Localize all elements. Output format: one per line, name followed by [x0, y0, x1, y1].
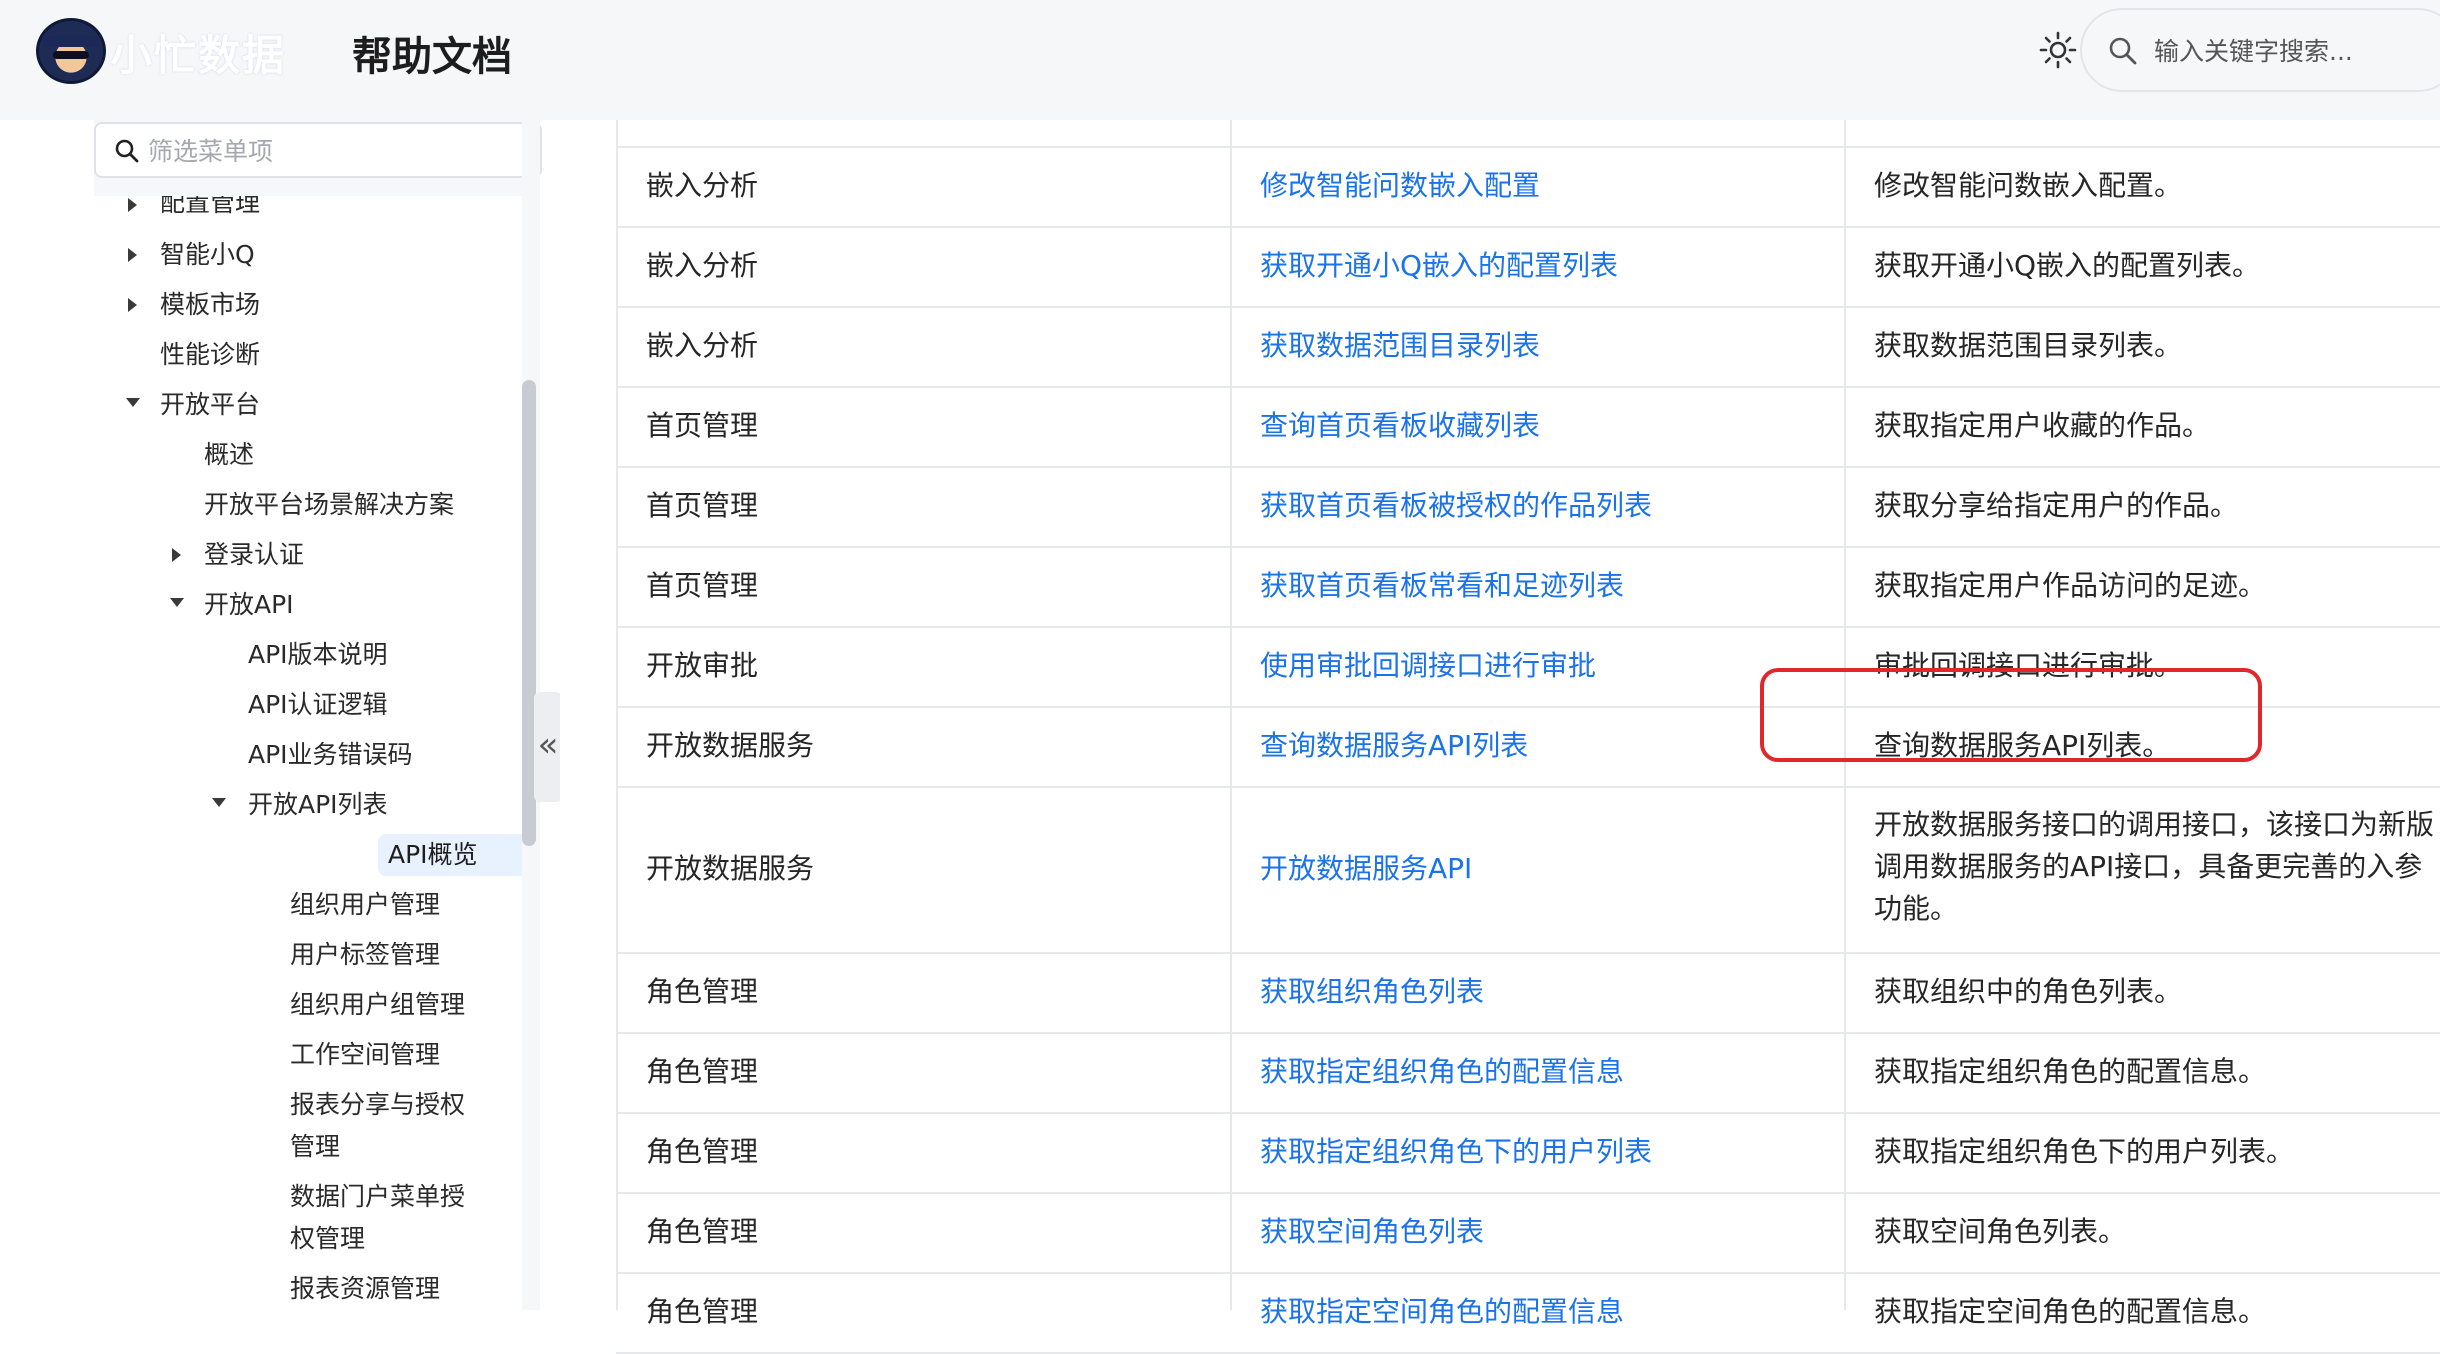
caret-down-icon: [126, 398, 140, 407]
sidebar-item-label: 开放API: [204, 590, 294, 619]
sidebar-item-label: API认证逻辑: [248, 690, 388, 719]
api-link[interactable]: 获取开通小Q嵌入的配置列表: [1260, 245, 1618, 287]
sidebar-item-label: 配置管理: [160, 196, 261, 217]
caret-right-icon: [128, 298, 137, 312]
sidebar: 配置管理 智能小Q 模板市场 性能诊断 开放平台 概述 开放平台场景解决方案 登…: [94, 120, 542, 1310]
description-cell: 获取指定组织角色的配置信息。: [1874, 1055, 2267, 1088]
description-cell: 获取指定用户收藏的作品。: [1874, 409, 2211, 442]
table-row: 角色管理 获取组织角色列表 获取组织中的角色列表。: [616, 954, 2440, 1034]
category-cell: 角色管理: [646, 1295, 759, 1328]
collapse-sidebar-button[interactable]: «: [534, 692, 562, 802]
api-link[interactable]: 使用审批回调接口进行审批: [1260, 645, 1596, 687]
caret-down-icon: [170, 598, 184, 607]
sidebar-item-label: 工作空间管理: [290, 1040, 441, 1069]
api-link[interactable]: 获取空间角色列表: [1260, 1211, 1484, 1253]
category-cell: 角色管理: [646, 1135, 759, 1168]
description-cell: 获取组织中的角色列表。: [1874, 975, 2183, 1008]
caret-right-icon: [172, 548, 181, 562]
category-cell: 角色管理: [646, 1215, 759, 1248]
category-cell: 嵌入分析: [646, 169, 759, 202]
sidebar-menu: 配置管理 智能小Q 模板市场 性能诊断 开放平台 概述 开放平台场景解决方案 登…: [94, 196, 540, 1310]
description-cell: 获取空间角色列表。: [1874, 1215, 2127, 1248]
table-row: 开放数据服务 开放数据服务API 开放数据服务接口的调用接口，该接口为新版调用数据服…: [616, 788, 2440, 954]
description-cell: 获取开通小Q嵌入的配置列表。: [1874, 249, 2261, 282]
api-link[interactable]: 开放数据服务API: [1260, 848, 1472, 890]
category-cell: 角色管理: [646, 975, 759, 1008]
category-cell: 首页管理: [646, 569, 759, 602]
sidebar-item-label: 组织用户管理: [290, 890, 441, 919]
api-link[interactable]: 修改智能问数嵌入配置: [1260, 165, 1540, 207]
menu-filter[interactable]: [94, 122, 542, 178]
category-cell: 角色管理: [646, 1055, 759, 1088]
table-row: 角色管理 获取指定空间角色的配置信息 获取指定空间角色的配置信息。: [616, 1274, 2440, 1354]
caret-right-icon: [128, 248, 137, 262]
category-cell: 首页管理: [646, 409, 759, 442]
api-link[interactable]: 获取指定组织角色的配置信息: [1260, 1051, 1624, 1093]
sidebar-item-label: 开放API列表: [248, 790, 388, 819]
api-link[interactable]: 获取首页看板被授权的作品列表: [1260, 485, 1652, 527]
category-cell: 开放审批: [646, 649, 759, 682]
main-content: 嵌入分析 修改智能问数嵌入配置 修改智能问数嵌入配置。 嵌入分析 获取开通小Q嵌入的配置…: [560, 120, 2440, 1354]
api-link[interactable]: 获取指定空间角色的配置信息: [1260, 1291, 1624, 1333]
highlight-box: [1760, 668, 2262, 762]
sidebar-item-label: 用户标签管理: [290, 940, 441, 969]
sun-icon[interactable]: [2038, 30, 2078, 70]
table-row: 嵌入分析 获取开通小Q嵌入的配置列表 获取开通小Q嵌入的配置列表。: [616, 228, 2440, 308]
sidebar-item-label: API业务错误码: [248, 740, 413, 769]
sidebar-item-label: 性能诊断: [160, 340, 261, 369]
table-row: 首页管理 获取首页看板常看和足迹列表 获取指定用户作品访问的足迹。: [616, 548, 2440, 628]
table-row: 角色管理 获取空间角色列表 获取空间角色列表。: [616, 1194, 2440, 1274]
table-row: 嵌入分析 获取数据范围目录列表 获取数据范围目录列表。: [616, 308, 2440, 388]
description-cell: 修改智能问数嵌入配置。: [1874, 169, 2183, 202]
api-link[interactable]: 获取指定组织角色下的用户列表: [1260, 1131, 1652, 1173]
search-icon: [2109, 37, 2137, 65]
description-cell: 获取分享给指定用户的作品。: [1874, 489, 2239, 522]
top-header: 小忙数据 帮助文档: [0, 0, 2440, 120]
table-row-divider: [616, 120, 2440, 148]
menu-filter-input[interactable]: [146, 130, 530, 172]
description-cell: 获取指定用户作品访问的足迹。: [1874, 569, 2267, 602]
brand-name[interactable]: 小忙数据: [110, 22, 286, 83]
description-cell: 获取数据范围目录列表。: [1874, 329, 2183, 362]
caret-down-icon: [212, 798, 226, 807]
sidebar-item-label: 智能小Q: [160, 240, 255, 269]
page-title[interactable]: 帮助文档: [352, 24, 512, 82]
sidebar-item-label: 报表分享与授权管理: [290, 1090, 466, 1161]
description-cell: 获取指定组织角色下的用户列表。: [1874, 1135, 2295, 1168]
api-link[interactable]: 查询数据服务API列表: [1260, 725, 1528, 767]
sidebar-item-label: 概述: [204, 440, 255, 469]
sidebar-item-label: API版本说明: [248, 640, 388, 669]
double-chevron-left-icon: «: [537, 725, 559, 765]
category-cell: 嵌入分析: [646, 249, 759, 282]
sidebar-item-label: 开放平台场景解决方案: [204, 490, 455, 519]
sidebar-item-label: 数据门户菜单授权管理: [290, 1182, 466, 1253]
sidebar-item-label: 报表资源管理: [290, 1274, 441, 1303]
search-icon: [115, 139, 139, 163]
brand-logo-icon[interactable]: [36, 18, 106, 84]
category-cell: 嵌入分析: [646, 329, 759, 362]
api-link[interactable]: 查询首页看板收藏列表: [1260, 405, 1540, 447]
table-row: 首页管理 查询首页看板收藏列表 获取指定用户收藏的作品。: [616, 388, 2440, 468]
sidebar-item-label: API概览: [378, 834, 540, 876]
category-cell: 首页管理: [646, 489, 759, 522]
caret-right-icon: [128, 198, 137, 212]
category-cell: 开放数据服务: [646, 729, 815, 762]
table-row: 嵌入分析 修改智能问数嵌入配置 修改智能问数嵌入配置。: [616, 148, 2440, 228]
api-link[interactable]: 获取数据范围目录列表: [1260, 325, 1540, 367]
search-input[interactable]: [2152, 28, 2440, 74]
category-cell: 开放数据服务: [646, 852, 815, 885]
table-row: 首页管理 获取首页看板被授权的作品列表 获取分享给指定用户的作品。: [616, 468, 2440, 548]
description-cell: 开放数据服务接口的调用接口，该接口为新版调用数据服务的API接口，具备更完善的入…: [1874, 808, 2435, 925]
api-link[interactable]: 获取组织角色列表: [1260, 971, 1484, 1013]
sidebar-item-label: 模板市场: [160, 290, 261, 319]
api-link[interactable]: 获取首页看板常看和足迹列表: [1260, 565, 1624, 607]
table-row: 角色管理 获取指定组织角色下的用户列表 获取指定组织角色下的用户列表。: [616, 1114, 2440, 1194]
sidebar-item-label: 组织用户组管理: [290, 990, 466, 1019]
sidebar-item-label: 开放平台: [160, 390, 261, 419]
description-cell: 获取指定空间角色的配置信息。: [1874, 1295, 2267, 1328]
sidebar-item-label: 登录认证: [204, 540, 305, 569]
search-box[interactable]: [2080, 8, 2440, 92]
table-row: 角色管理 获取指定组织角色的配置信息 获取指定组织角色的配置信息。: [616, 1034, 2440, 1114]
